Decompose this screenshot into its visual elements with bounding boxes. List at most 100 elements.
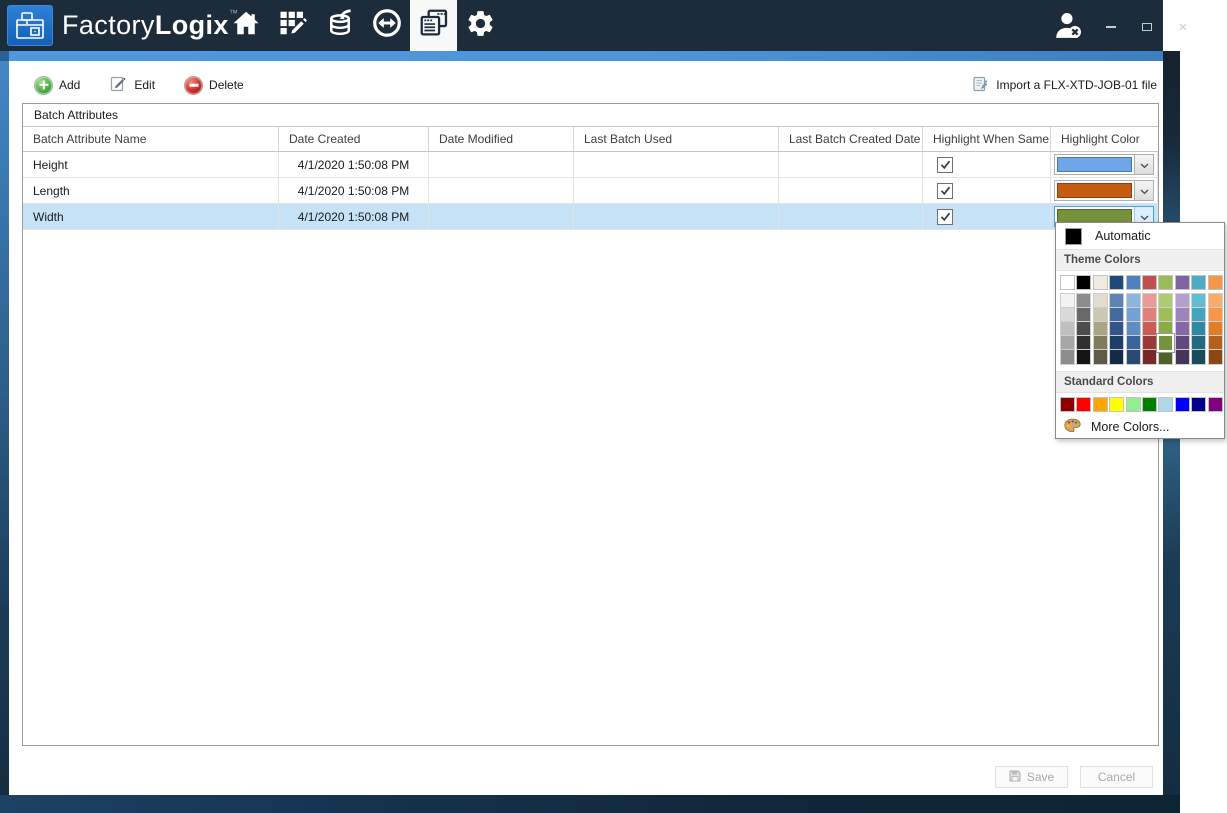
theme-variant-swatch[interactable]: [1209, 350, 1222, 364]
theme-color-swatch[interactable]: [1159, 276, 1172, 289]
theme-variant-swatch[interactable]: [1176, 336, 1189, 350]
theme-variant-swatch[interactable]: [1127, 308, 1140, 322]
maximize-button[interactable]: [1136, 18, 1158, 36]
more-colors-item[interactable]: More Colors...: [1056, 415, 1224, 438]
theme-variant-swatch[interactable]: [1159, 322, 1172, 336]
theme-variant-swatch[interactable]: [1176, 308, 1189, 322]
theme-variant-swatch[interactable]: [1159, 350, 1172, 364]
theme-variant-swatch[interactable]: [1110, 294, 1123, 308]
theme-variant-swatch[interactable]: [1127, 350, 1140, 364]
column-header[interactable]: Highlight When Same: [923, 127, 1051, 151]
theme-variant-swatch[interactable]: [1176, 322, 1189, 336]
theme-variant-swatch[interactable]: [1143, 322, 1156, 336]
theme-variant-swatch[interactable]: [1094, 336, 1107, 350]
nav-settings[interactable]: [457, 0, 504, 51]
add-button[interactable]: Add: [35, 77, 80, 94]
theme-variant-swatch[interactable]: [1159, 294, 1172, 308]
theme-variant-swatch[interactable]: [1209, 336, 1222, 350]
standard-color-swatch[interactable]: [1159, 398, 1172, 411]
theme-variant-swatch[interactable]: [1143, 350, 1156, 364]
theme-variant-swatch[interactable]: [1127, 336, 1140, 350]
column-header[interactable]: Highlight Color: [1051, 127, 1158, 151]
theme-variant-swatch[interactable]: [1061, 336, 1074, 350]
theme-variant-swatch[interactable]: [1110, 322, 1123, 336]
theme-variant-swatch[interactable]: [1192, 350, 1205, 364]
theme-color-swatch[interactable]: [1094, 276, 1107, 289]
theme-variant-swatch[interactable]: [1127, 322, 1140, 336]
theme-variant-swatch[interactable]: [1192, 336, 1205, 350]
column-header[interactable]: Date Created: [279, 127, 429, 151]
theme-variant-swatch[interactable]: [1061, 322, 1074, 336]
automatic-color-item[interactable]: Automatic: [1056, 223, 1224, 249]
standard-color-swatch[interactable]: [1209, 398, 1222, 411]
column-header[interactable]: Last Batch Created Date: [779, 127, 923, 151]
nav-transfer[interactable]: [363, 0, 410, 51]
standard-color-swatch[interactable]: [1094, 398, 1107, 411]
theme-variant-swatch[interactable]: [1077, 322, 1090, 336]
standard-color-swatch[interactable]: [1061, 398, 1074, 411]
column-header[interactable]: Batch Attribute Name: [23, 127, 279, 151]
column-header[interactable]: Last Batch Used: [574, 127, 779, 151]
highlight-color-dropdown[interactable]: [1054, 180, 1154, 201]
theme-variant-swatch[interactable]: [1176, 294, 1189, 308]
theme-variant-swatch[interactable]: [1110, 350, 1123, 364]
theme-variant-swatch[interactable]: [1192, 322, 1205, 336]
highlight-when-same-checkbox[interactable]: [937, 183, 953, 199]
theme-variant-swatch[interactable]: [1094, 294, 1107, 308]
column-header[interactable]: Date Modified: [429, 127, 574, 151]
theme-color-swatch[interactable]: [1127, 276, 1140, 289]
theme-variant-swatch[interactable]: [1061, 350, 1074, 364]
standard-color-swatch[interactable]: [1192, 398, 1205, 411]
theme-variant-swatch[interactable]: [1143, 294, 1156, 308]
highlight-color-dropdown[interactable]: [1054, 154, 1154, 175]
theme-variant-swatch[interactable]: [1077, 294, 1090, 308]
delete-button[interactable]: Delete: [185, 77, 244, 94]
theme-variant-swatch[interactable]: [1192, 294, 1205, 308]
theme-color-swatch[interactable]: [1110, 276, 1123, 289]
highlight-when-same-checkbox[interactable]: [937, 209, 953, 225]
theme-variant-swatch[interactable]: [1209, 322, 1222, 336]
theme-variant-swatch[interactable]: [1192, 308, 1205, 322]
close-button[interactable]: ×: [1172, 18, 1194, 36]
selected-color-variant-swatch[interactable]: [1159, 336, 1172, 350]
table-row[interactable]: Height4/1/2020 1:50:08 PM: [23, 152, 1158, 178]
minimize-button[interactable]: [1100, 18, 1122, 36]
theme-variant-swatch[interactable]: [1077, 336, 1090, 350]
theme-variant-swatch[interactable]: [1094, 350, 1107, 364]
theme-variant-swatch[interactable]: [1110, 336, 1123, 350]
theme-variant-swatch[interactable]: [1094, 308, 1107, 322]
theme-variant-swatch[interactable]: [1159, 308, 1172, 322]
theme-color-swatch[interactable]: [1192, 276, 1205, 289]
theme-variant-swatch[interactable]: [1209, 308, 1222, 322]
standard-color-swatch[interactable]: [1127, 398, 1140, 411]
theme-variant-swatch[interactable]: [1209, 294, 1222, 308]
cancel-button[interactable]: Cancel: [1080, 766, 1153, 788]
standard-color-swatch[interactable]: [1077, 398, 1090, 411]
import-button[interactable]: Import a FLX-XTD-JOB-01 file: [972, 75, 1157, 95]
highlight-when-same-checkbox[interactable]: [937, 157, 953, 173]
theme-variant-swatch[interactable]: [1061, 308, 1074, 322]
standard-color-swatch[interactable]: [1176, 398, 1189, 411]
dropdown-button[interactable]: [1134, 155, 1153, 174]
theme-color-swatch[interactable]: [1061, 276, 1074, 289]
theme-color-swatch[interactable]: [1209, 276, 1222, 289]
dropdown-button[interactable]: [1134, 181, 1153, 200]
nav-batch-documents[interactable]: [410, 0, 457, 51]
theme-color-swatch[interactable]: [1077, 276, 1090, 289]
theme-variant-swatch[interactable]: [1094, 322, 1107, 336]
theme-variant-swatch[interactable]: [1176, 350, 1189, 364]
save-button[interactable]: Save: [995, 766, 1068, 788]
user-logout-button[interactable]: [1048, 10, 1088, 44]
table-row[interactable]: Width4/1/2020 1:50:08 PM: [23, 204, 1158, 230]
nav-production[interactable]: [269, 0, 316, 51]
theme-variant-swatch[interactable]: [1061, 294, 1074, 308]
table-row[interactable]: Length4/1/2020 1:50:08 PM: [23, 178, 1158, 204]
theme-variant-swatch[interactable]: [1110, 308, 1123, 322]
theme-variant-swatch[interactable]: [1143, 308, 1156, 322]
theme-color-swatch[interactable]: [1143, 276, 1156, 289]
theme-color-swatch[interactable]: [1176, 276, 1189, 289]
theme-variant-swatch[interactable]: [1077, 350, 1090, 364]
theme-variant-swatch[interactable]: [1077, 308, 1090, 322]
standard-color-swatch[interactable]: [1110, 398, 1123, 411]
edit-button[interactable]: Edit: [110, 75, 155, 95]
